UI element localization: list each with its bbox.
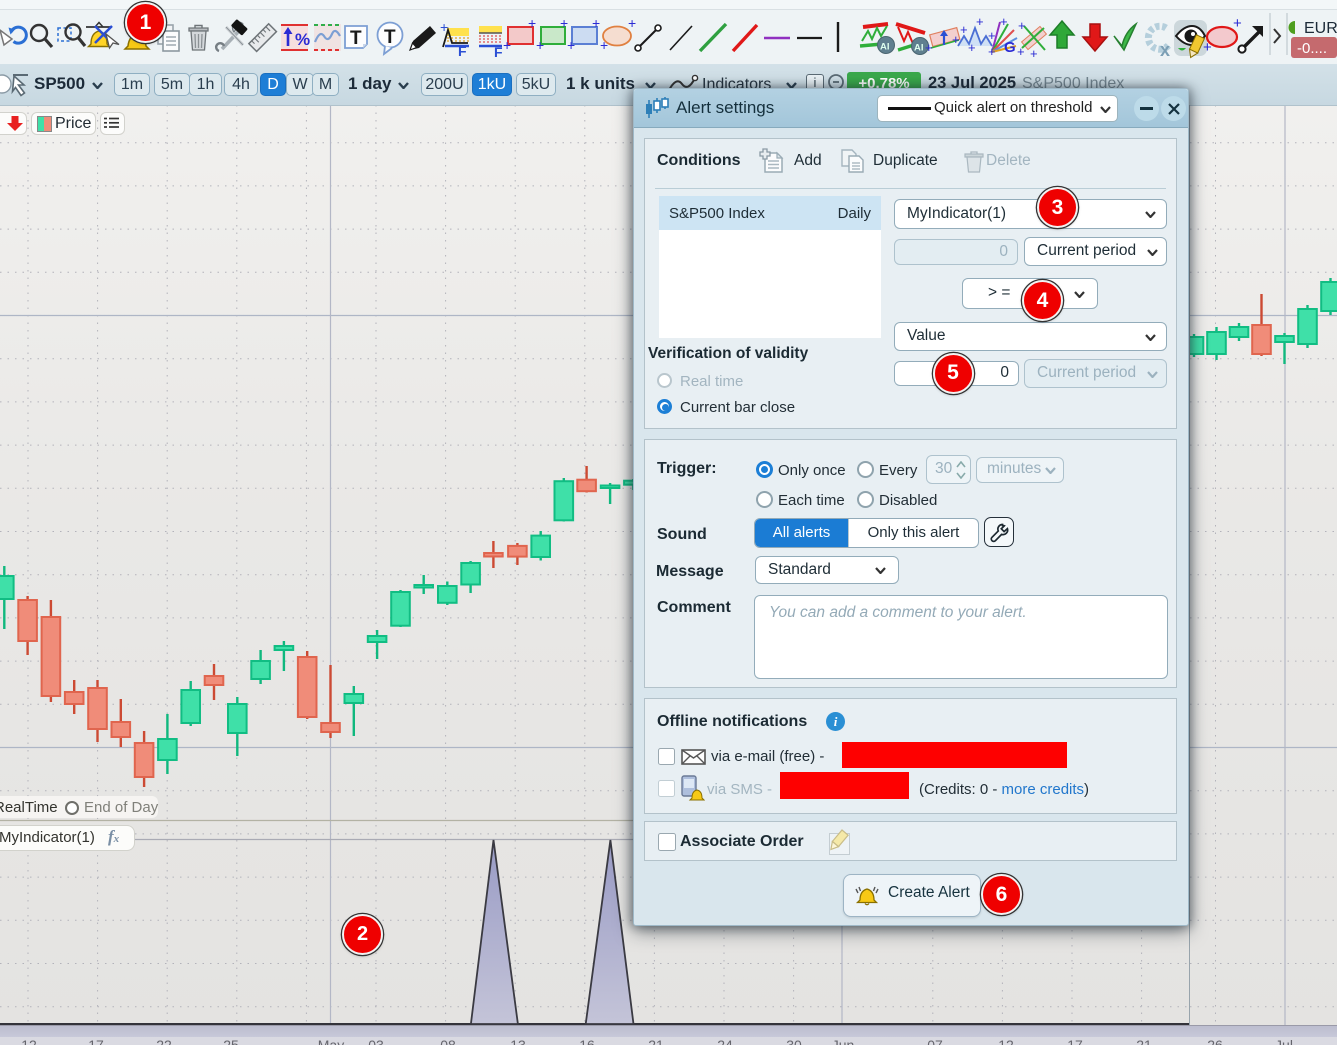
svg-text:+: + (592, 15, 600, 31)
svg-text:+: + (960, 22, 968, 37)
svg-text:T: T (350, 28, 362, 49)
svg-text:+: + (440, 19, 448, 35)
svg-text:G: G (1004, 39, 1016, 56)
svg-text:AI: AI (914, 43, 924, 54)
svg-text:+: + (1000, 14, 1008, 29)
svg-text:+: + (600, 37, 608, 53)
svg-text:%: % (295, 30, 310, 49)
svg-text:+: + (1030, 46, 1038, 61)
svg-text:F: F (458, 43, 467, 59)
svg-text:-0....: -0.... (1297, 40, 1327, 57)
svg-text:+: + (1203, 39, 1212, 56)
svg-text:+: + (976, 14, 984, 29)
svg-text:+: + (560, 15, 568, 31)
svg-text:+: + (925, 40, 933, 55)
svg-text:+: + (536, 37, 544, 53)
svg-text:AI: AI (880, 42, 890, 53)
svg-text:+: + (988, 44, 996, 59)
svg-text:+: + (1018, 18, 1026, 33)
svg-text:T: T (384, 27, 396, 48)
svg-text:F: F (494, 44, 503, 60)
svg-text:+: + (528, 15, 536, 31)
svg-text:EUR: EUR (1304, 20, 1337, 37)
svg-text:+: + (968, 40, 976, 55)
svg-text:+: + (1017, 44, 1025, 59)
svg-text:+: + (628, 15, 636, 31)
svg-text:+: + (567, 37, 575, 53)
svg-text:+: + (503, 37, 511, 53)
svg-text:+: + (1233, 15, 1242, 32)
svg-text:x: x (1160, 40, 1170, 60)
